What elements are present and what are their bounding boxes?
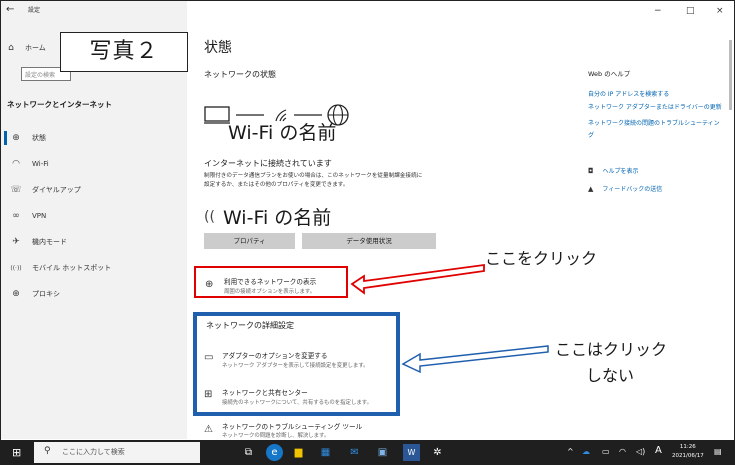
- onedrive-icon[interactable]: ☁: [582, 447, 590, 456]
- blue-arrow: [401, 345, 549, 374]
- edge-icon[interactable]: e: [266, 444, 283, 461]
- get-help-label: ヘルプを表示: [602, 168, 639, 175]
- notification-icon[interactable]: ▤: [714, 447, 722, 456]
- help-link-troubleshoot[interactable]: ネットワーク接続の問題のトラブルシューティン: [588, 118, 720, 127]
- windows-start-icon[interactable]: ⊞: [12, 446, 21, 459]
- troubleshoot-description: ネットワークの問題を診断し、解決します。: [222, 433, 330, 439]
- sharing-center-link[interactable]: ネットワークと共有センター: [222, 387, 308, 397]
- feedback-icon: ▲: [588, 184, 594, 193]
- help-link-troubleshoot-cont[interactable]: グ: [588, 130, 594, 139]
- get-help-link[interactable]: ◘ ヘルプを表示: [588, 166, 639, 176]
- feedback-link[interactable]: ▲ フィードバックの送信: [588, 184, 663, 194]
- help-link-ip[interactable]: 自分の IP アドレスを検索する: [588, 89, 669, 98]
- adapter-options-description: ネットワーク アダプターを表示して接続設定を変更します。: [222, 363, 369, 369]
- clock-date: 2021/06/17: [672, 453, 704, 459]
- store-icon[interactable]: ▦: [317, 444, 334, 461]
- sharing-center-icon: ⊞: [204, 389, 213, 400]
- task-view-icon[interactable]: ⧉: [240, 444, 257, 461]
- help-link-adapter[interactable]: ネットワーク アダプターまたはドライバーの更新: [588, 102, 722, 111]
- red-arrow: [350, 263, 485, 295]
- taskbar-search-box[interactable]: ⚲ ここに入力して検索: [34, 442, 200, 463]
- taskbar: ⊞ ⚲ ここに入力して検索 ⧉ e ▆ ▦ ✉ ▣ W ✲ ^ ☁ ▭ ◠ ◁)…: [0, 440, 735, 465]
- show-hidden-icons-chevron[interactable]: ^: [567, 447, 574, 456]
- mail-icon[interactable]: ✉: [346, 444, 363, 461]
- troubleshoot-link[interactable]: ネットワークのトラブルシューティング ツール: [222, 421, 362, 431]
- sharing-center-description: 接続先のネットワークについて、共有するものを指定します。: [222, 400, 372, 406]
- do-not-click-annotation-line2: しない: [586, 366, 635, 385]
- search-icon: ⚲: [44, 446, 51, 456]
- feedback-label: フィードバックの送信: [602, 186, 663, 193]
- advanced-settings-heading: ネットワークの詳細設定: [206, 321, 294, 330]
- photos-icon[interactable]: ▣: [374, 444, 391, 461]
- warning-icon: ⚠: [204, 424, 213, 435]
- volume-icon[interactable]: ◁): [636, 447, 645, 456]
- help-chat-icon: ◘: [588, 166, 594, 175]
- adapter-icon: ▭: [204, 352, 214, 363]
- scrollbar-thumb[interactable]: [729, 40, 732, 110]
- taskbar-search-placeholder: ここに入力して検索: [62, 448, 125, 456]
- web-help-heading: Web のヘルプ: [588, 70, 631, 78]
- word-icon[interactable]: W: [403, 444, 420, 461]
- battery-icon[interactable]: ▭: [602, 447, 610, 456]
- settings-gear-icon[interactable]: ✲: [429, 444, 446, 461]
- click-here-annotation: ここをクリック: [485, 249, 598, 268]
- ime-indicator[interactable]: A: [655, 445, 662, 456]
- taskbar-clock[interactable]: 11:26 2021/06/17: [672, 443, 704, 461]
- clock-time: 11:26: [679, 444, 696, 450]
- do-not-click-annotation-line1: ここはクリック: [555, 340, 668, 359]
- adapter-options-link[interactable]: アダプターのオプションを変更する: [222, 350, 328, 360]
- file-explorer-icon[interactable]: ▆: [290, 444, 307, 461]
- network-tray-icon[interactable]: ◠: [619, 447, 626, 456]
